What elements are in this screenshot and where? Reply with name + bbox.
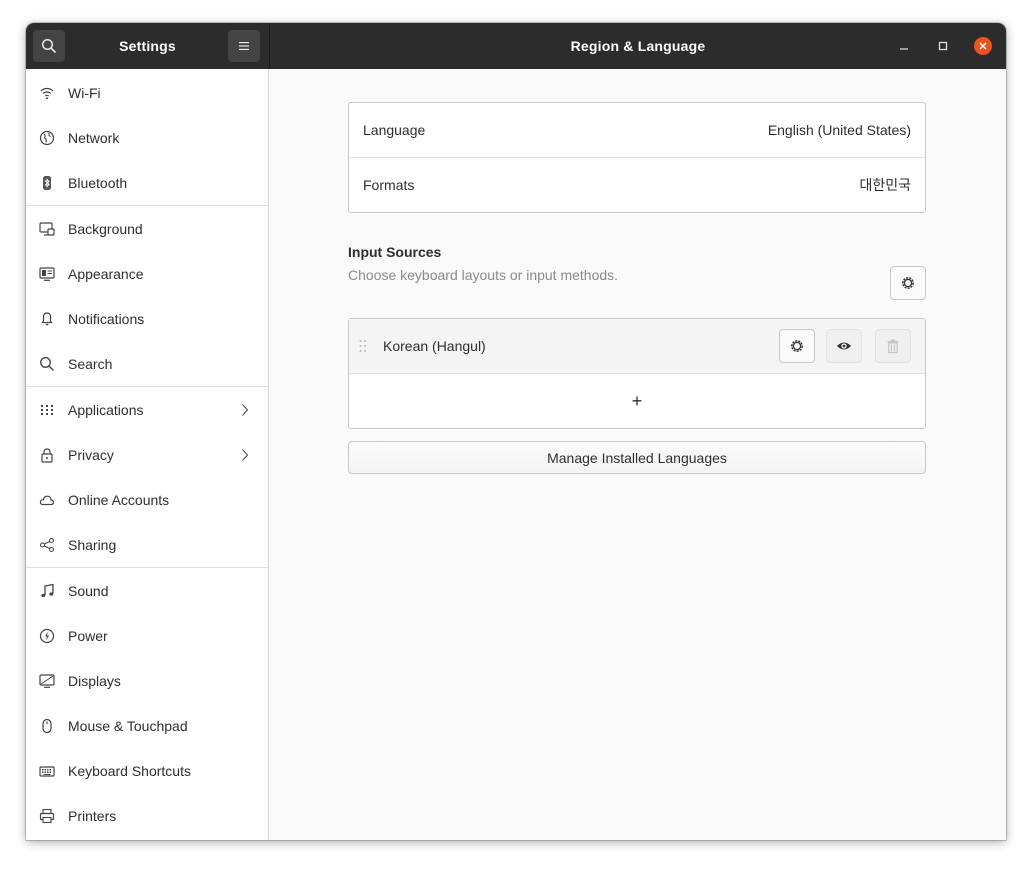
- menu-button[interactable]: [228, 30, 260, 62]
- close-button[interactable]: [974, 37, 992, 55]
- sidebar-item-appearance[interactable]: Appearance: [26, 251, 268, 296]
- chevron-right-icon: [240, 447, 250, 463]
- trash-icon: [887, 339, 899, 354]
- lock-icon: [39, 447, 55, 463]
- gear-icon: [902, 277, 914, 289]
- sidebar-item-label: Search: [68, 355, 113, 372]
- gear-icon: [791, 340, 803, 352]
- cloud-icon: [39, 492, 55, 508]
- input-source-settings-button[interactable]: [779, 329, 815, 363]
- music-note-icon: [39, 583, 55, 599]
- drag-handle-icon[interactable]: [358, 338, 368, 354]
- sidebar-item-privacy[interactable]: Privacy: [26, 432, 268, 477]
- sidebar-item-wifi[interactable]: Wi-Fi: [26, 70, 268, 115]
- sidebar-item-label: Network: [68, 129, 120, 146]
- sidebar-item-label: Notifications: [68, 310, 145, 327]
- sidebar-item-displays[interactable]: Displays: [26, 658, 268, 703]
- add-input-source-row[interactable]: +: [349, 374, 925, 428]
- sidebar-item-notifications[interactable]: Notifications: [26, 296, 268, 341]
- share-icon: [39, 537, 55, 553]
- language-row[interactable]: Language English (United States): [349, 103, 925, 157]
- sidebar-item-keyboard-shortcuts[interactable]: Keyboard Shortcuts: [26, 748, 268, 793]
- input-sources-title: Input Sources: [348, 244, 442, 260]
- sidebar-item-label: Printers: [68, 807, 117, 824]
- sidebar-item-label: Mouse & Touchpad: [68, 717, 188, 734]
- sidebar-item-label: Displays: [68, 672, 121, 689]
- search-icon: [39, 356, 55, 372]
- input-sources-list: Korean (Hangul) +: [348, 318, 926, 429]
- sidebar-item-background[interactable]: Background: [26, 206, 268, 251]
- sidebar-item-label: Sound: [68, 582, 109, 599]
- network-icon: [39, 130, 55, 146]
- sidebar-item-label: Privacy: [68, 446, 114, 463]
- sidebar-item-printers[interactable]: Printers: [26, 793, 268, 838]
- sidebar-item-search[interactable]: Search: [26, 341, 268, 386]
- input-sources-options-button[interactable]: [890, 266, 926, 300]
- language-value: English (United States): [767, 122, 911, 138]
- minimize-button[interactable]: [895, 37, 913, 55]
- maximize-icon: [938, 41, 948, 51]
- input-sources-subtitle: Choose keyboard layouts or input methods…: [348, 267, 619, 283]
- input-source-remove-button[interactable]: [875, 329, 911, 363]
- sidebar-item-label: Online Accounts: [68, 491, 170, 508]
- close-icon: [979, 42, 987, 50]
- mouse-icon: [39, 718, 55, 734]
- add-icon: +: [631, 390, 643, 411]
- language-label: Language: [363, 122, 426, 138]
- display-icon: [39, 673, 55, 689]
- sidebar-item-label: Keyboard Shortcuts: [68, 762, 191, 779]
- settings-window: Settings Region & Language Wi-Fi Network…: [26, 23, 1006, 840]
- eye-icon: [837, 342, 851, 350]
- sidebar-item-label: Appearance: [68, 265, 144, 282]
- maximize-button[interactable]: [934, 37, 952, 55]
- language-formats-card: Language English (United States) Formats…: [348, 102, 926, 213]
- printer-icon: [39, 808, 55, 824]
- grid-icon: [39, 402, 55, 418]
- sidebar-item-power[interactable]: Power: [26, 613, 268, 658]
- keyboard-icon: [39, 763, 55, 779]
- sidebar: Wi-Fi Network Bluetooth Background Appea…: [26, 69, 269, 840]
- power-icon: [39, 628, 55, 644]
- sidebar-item-label: Sharing: [68, 536, 117, 553]
- input-source-row[interactable]: Korean (Hangul): [349, 319, 925, 373]
- sidebar-item-applications[interactable]: Applications: [26, 387, 268, 432]
- header-bar: Settings Region & Language: [26, 23, 1006, 69]
- chevron-right-icon: [240, 402, 250, 418]
- sidebar-item-bluetooth[interactable]: Bluetooth: [26, 160, 268, 205]
- sidebar-item-online-accounts[interactable]: Online Accounts: [26, 477, 268, 522]
- formats-label: Formats: [363, 177, 415, 193]
- sidebar-item-sound[interactable]: Sound: [26, 568, 268, 613]
- sidebar-item-label: Bluetooth: [68, 174, 128, 191]
- sidebar-header: Settings: [26, 23, 270, 69]
- bell-icon: [39, 311, 55, 327]
- appearance-icon: [39, 266, 55, 282]
- sidebar-item-label: Applications: [68, 401, 144, 418]
- main-content: Language English (United States) Formats…: [269, 69, 1006, 840]
- wifi-icon: [39, 85, 55, 101]
- sidebar-item-mouse-touchpad[interactable]: Mouse & Touchpad: [26, 703, 268, 748]
- input-source-label: Korean (Hangul): [383, 338, 486, 354]
- sidebar-item-label: Power: [68, 627, 108, 644]
- sidebar-item-network[interactable]: Network: [26, 115, 268, 160]
- sidebar-item-label: Background: [68, 220, 143, 237]
- sidebar-item-sharing[interactable]: Sharing: [26, 522, 268, 567]
- bluetooth-icon: [39, 175, 55, 191]
- formats-row[interactable]: Formats 대한민국: [349, 158, 925, 212]
- background-icon: [39, 221, 55, 237]
- formats-value: 대한민국: [859, 177, 911, 193]
- hamburger-icon: [239, 42, 249, 50]
- sidebar-item-label: Wi-Fi: [68, 84, 101, 101]
- minimize-icon: [900, 48, 908, 50]
- input-source-preview-button[interactable]: [826, 329, 862, 363]
- manage-installed-languages-button[interactable]: Manage Installed Languages: [348, 441, 926, 474]
